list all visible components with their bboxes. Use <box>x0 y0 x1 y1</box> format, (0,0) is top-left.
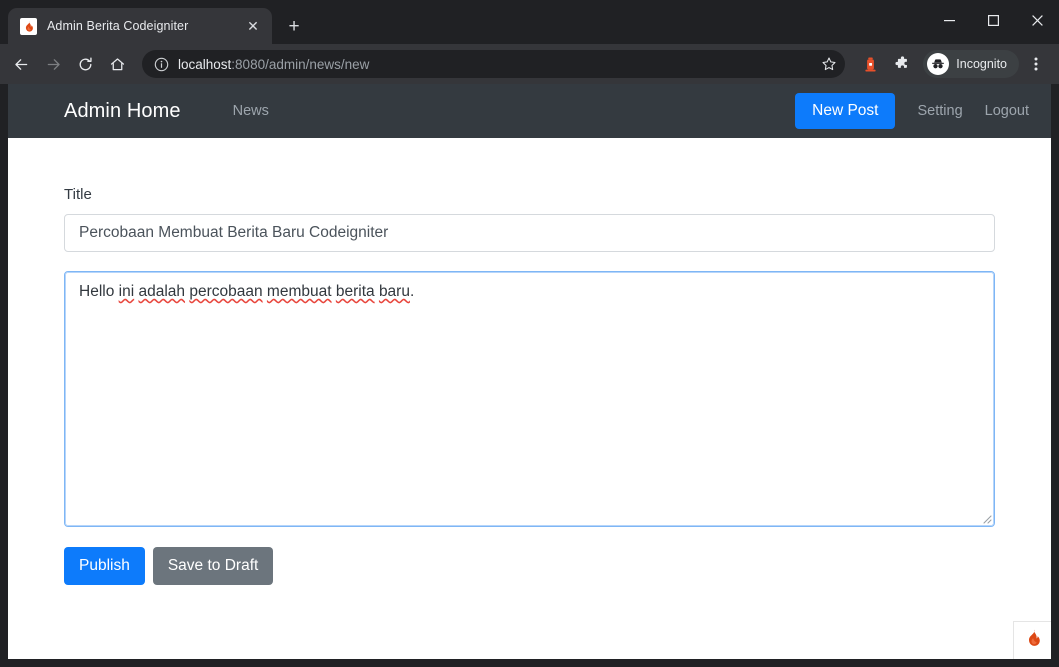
browser-menu-icon[interactable] <box>1021 49 1051 79</box>
url-path: :8080/admin/news/new <box>231 57 369 72</box>
extensions-puzzle-icon[interactable] <box>887 49 917 79</box>
url-host: localhost <box>178 57 231 72</box>
incognito-avatar-icon <box>927 53 949 75</box>
page-viewport: Admin Home News New Post Setting Logout … <box>0 84 1059 667</box>
navbar-brand[interactable]: Admin Home <box>64 100 181 123</box>
browser-window: Admin Berita Codeigniter ✕ + <box>0 0 1059 667</box>
incognito-indicator[interactable]: Incognito <box>923 50 1019 78</box>
new-tab-button[interactable]: + <box>280 12 308 40</box>
minimize-window-icon[interactable] <box>927 0 971 40</box>
publish-button[interactable]: Publish <box>64 547 145 585</box>
bookmark-star-icon[interactable] <box>821 56 837 72</box>
nav-link-logout[interactable]: Logout <box>985 103 1029 119</box>
title-input[interactable] <box>64 214 995 252</box>
browser-tab[interactable]: Admin Berita Codeigniter ✕ <box>8 8 272 44</box>
incognito-label: Incognito <box>956 57 1007 71</box>
page-body: Title Hello ini adalah percobaan membuat… <box>8 138 1051 585</box>
codeigniter-flame-icon <box>20 18 37 35</box>
new-post-button[interactable]: New Post <box>795 93 895 129</box>
save-draft-button[interactable]: Save to Draft <box>153 547 273 585</box>
news-form: Title Hello ini adalah percobaan membuat… <box>64 186 995 585</box>
body-textarea[interactable] <box>64 271 995 527</box>
tab-title: Admin Berita Codeigniter <box>47 19 234 33</box>
extension-hydrant-icon[interactable] <box>855 49 885 79</box>
codeigniter-debug-toolbar-button[interactable] <box>1013 621 1051 659</box>
site-navbar: Admin Home News New Post Setting Logout <box>8 84 1051 138</box>
tab-strip: Admin Berita Codeigniter ✕ + <box>0 0 1059 44</box>
browser-toolbar: localhost:8080/admin/news/new <box>0 44 1059 84</box>
address-bar[interactable]: localhost:8080/admin/news/new <box>142 50 845 78</box>
site-info-icon[interactable] <box>153 56 169 72</box>
forward-icon[interactable] <box>38 49 68 79</box>
navbar-left: Admin Home News <box>64 100 269 123</box>
url-text: localhost:8080/admin/news/new <box>178 57 812 72</box>
form-actions: Publish Save to Draft <box>64 547 995 585</box>
navbar-right: New Post Setting Logout <box>795 93 1029 129</box>
reload-icon[interactable] <box>70 49 100 79</box>
codeigniter-flame-icon <box>1023 628 1043 653</box>
close-tab-icon[interactable]: ✕ <box>244 17 262 35</box>
back-icon[interactable] <box>6 49 36 79</box>
close-window-icon[interactable] <box>1015 0 1059 40</box>
body-field-wrapper: Hello ini adalah percobaan membuat berit… <box>64 271 995 527</box>
maximize-window-icon[interactable] <box>971 0 1015 40</box>
nav-link-news[interactable]: News <box>233 103 269 119</box>
title-label: Title <box>64 186 995 203</box>
window-controls <box>927 0 1059 40</box>
home-icon[interactable] <box>102 49 132 79</box>
nav-link-setting[interactable]: Setting <box>917 103 962 119</box>
